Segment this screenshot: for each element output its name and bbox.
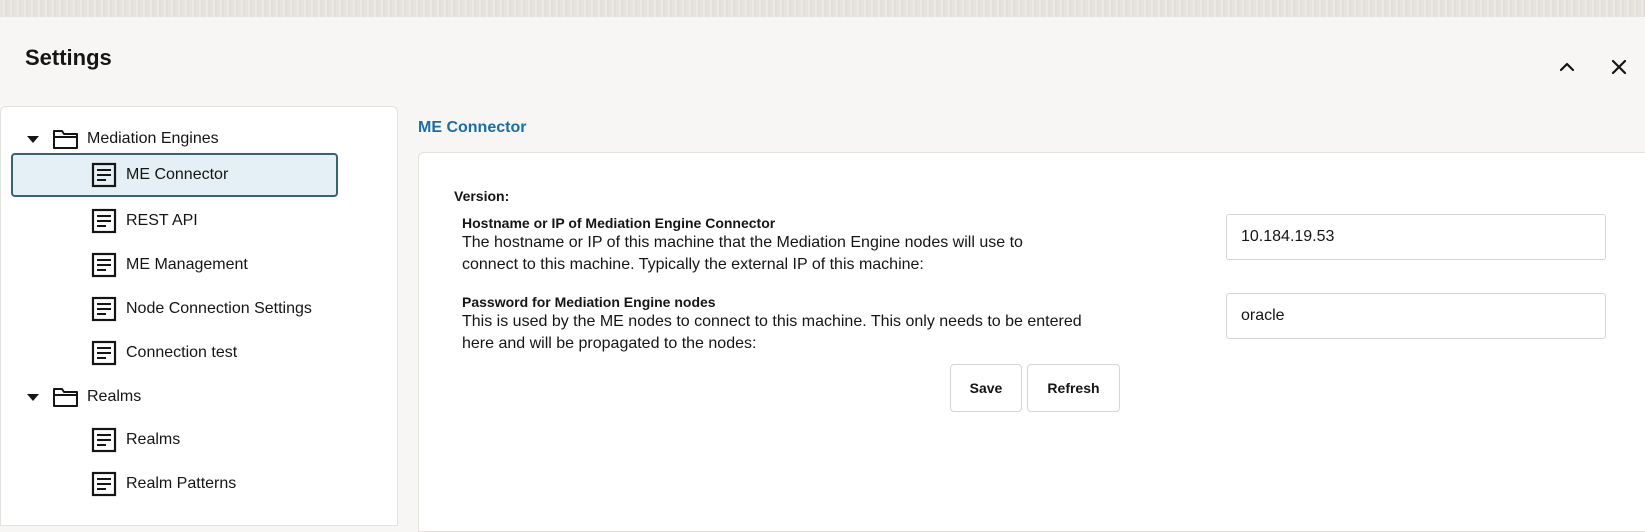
tree-group-realms[interactable]: Realms bbox=[11, 375, 338, 419]
password-field-title: Password for Mediation Engine nodes bbox=[462, 294, 716, 310]
tree-item-connection-test[interactable]: Connection test bbox=[11, 331, 338, 375]
document-icon bbox=[91, 340, 117, 366]
folder-open-icon bbox=[51, 385, 81, 409]
hostname-field-description: The hostname or IP of this machine that … bbox=[462, 234, 1023, 273]
tree-group-label: Mediation Engines bbox=[87, 130, 219, 147]
top-decorative-strip bbox=[0, 0, 1645, 17]
document-icon bbox=[91, 252, 117, 278]
password-input[interactable] bbox=[1226, 293, 1606, 339]
tree-item-me-management[interactable]: ME Management bbox=[11, 243, 338, 287]
tree-item-label: ME Connector bbox=[126, 166, 229, 183]
hostname-field-title: Hostname or IP of Mediation Engine Conne… bbox=[462, 215, 776, 231]
password-field-description: This is used by the ME nodes to connect … bbox=[462, 313, 1082, 352]
tree-item-rest-api[interactable]: REST API bbox=[11, 199, 338, 243]
tree-item-label: Connection test bbox=[126, 344, 238, 361]
document-icon bbox=[91, 208, 117, 234]
tree-item-label: Realm Patterns bbox=[126, 475, 237, 492]
close-icon bbox=[1611, 59, 1627, 75]
save-button[interactable]: Save bbox=[950, 364, 1022, 412]
settings-tree-sidebar: Mediation Engines ME Connector REST API bbox=[0, 106, 398, 526]
document-icon bbox=[91, 427, 117, 453]
tree-item-label: Node Connection Settings bbox=[126, 300, 312, 317]
page-title: Settings bbox=[25, 45, 112, 70]
tree-item-realm-patterns[interactable]: Realm Patterns bbox=[11, 462, 338, 506]
tree-item-node-connection-settings[interactable]: Node Connection Settings bbox=[11, 287, 338, 331]
close-button[interactable] bbox=[1607, 55, 1631, 79]
collapse-button[interactable] bbox=[1555, 55, 1579, 79]
document-icon bbox=[91, 471, 117, 497]
chevron-up-icon bbox=[1559, 62, 1575, 72]
tree-item-label: REST API bbox=[126, 212, 198, 229]
hostname-input[interactable] bbox=[1226, 214, 1606, 260]
caret-down-icon[interactable] bbox=[25, 392, 41, 402]
section-title: ME Connector bbox=[418, 119, 527, 136]
tree-item-label: ME Management bbox=[126, 256, 248, 273]
tree-item-label: Realms bbox=[126, 431, 181, 448]
tree-item-me-connector[interactable]: ME Connector bbox=[11, 153, 338, 197]
folder-open-icon bbox=[51, 127, 81, 151]
refresh-button[interactable]: Refresh bbox=[1027, 364, 1120, 412]
document-icon bbox=[91, 162, 117, 188]
tree-group-label: Realms bbox=[87, 388, 142, 405]
tree-item-realms[interactable]: Realms bbox=[11, 418, 338, 462]
version-label: Version: bbox=[454, 188, 510, 204]
document-icon bbox=[91, 296, 117, 322]
caret-down-icon[interactable] bbox=[25, 134, 41, 144]
